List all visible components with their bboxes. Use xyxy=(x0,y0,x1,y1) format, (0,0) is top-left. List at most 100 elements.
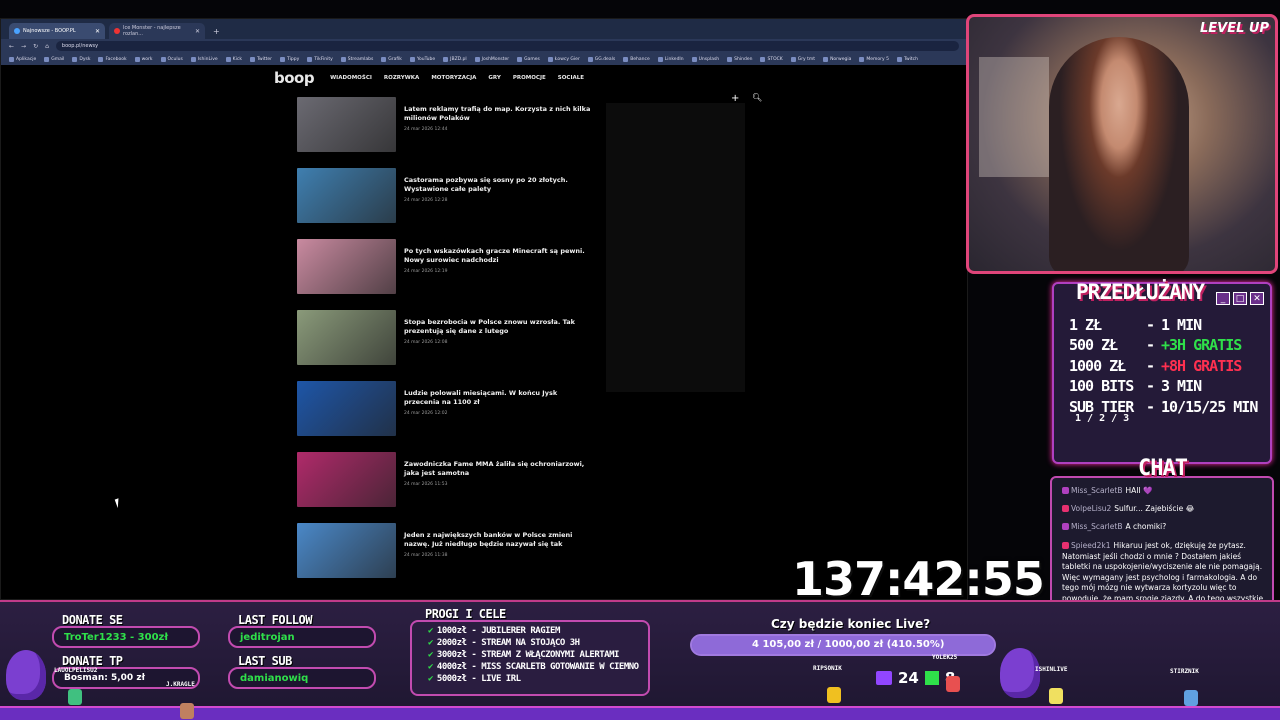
close-tab-icon[interactable]: ✕ xyxy=(95,28,100,35)
bookmark-item[interactable]: Norwegia xyxy=(823,56,851,62)
bookmark-item[interactable]: Gmail xyxy=(44,56,65,62)
back-icon[interactable]: ← xyxy=(9,43,14,50)
bookmark-item[interactable]: Shinden xyxy=(727,56,752,62)
nav-sociale[interactable]: SOCIALE xyxy=(558,75,584,81)
bookmark-label: Tippy xyxy=(287,56,300,62)
bookmark-item[interactable]: JoshMonster xyxy=(474,56,509,62)
article-title[interactable]: Ludzie polowali miesiącami. W końcu Jysk… xyxy=(404,389,594,407)
article-card[interactable]: Jeden z największych banków w Polsce zmi… xyxy=(297,523,597,579)
goal-item-text: 3000zł - STREAM Z WŁĄCZONYMI ALERTAMI xyxy=(436,650,619,660)
bookmark-item[interactable]: IshinLive xyxy=(190,56,218,62)
home-icon[interactable]: ⌂ xyxy=(45,43,49,50)
bookmark-label: Gmail xyxy=(51,56,65,62)
bookmark-item[interactable]: LinkedIn xyxy=(657,56,684,62)
bookmark-item[interactable]: Memory 5 xyxy=(859,56,889,62)
search-icon[interactable]: 🔍︎ xyxy=(752,93,762,102)
donate-se-value: TroTer1233 - 300zł xyxy=(52,626,200,648)
tab-label: Najnowsze - BOOP.PL xyxy=(23,28,76,34)
pixel-character-sprite xyxy=(180,703,194,719)
bookmark-item[interactable]: GG.deals xyxy=(587,56,615,62)
bookmark-label: Memory 5 xyxy=(866,56,889,62)
article-thumbnail[interactable] xyxy=(297,168,396,223)
article-card[interactable]: Latem reklamy trafią do map. Korzysta z … xyxy=(297,97,597,153)
rate-value: +8H GRATIS xyxy=(1161,357,1242,375)
article-thumbnail[interactable] xyxy=(297,523,396,578)
bookmark-item[interactable]: Facebook xyxy=(98,56,127,62)
kick-icon xyxy=(924,671,939,685)
pixel-character-sprite xyxy=(1049,688,1063,704)
article-date: 24 mar 2026 11:38 xyxy=(404,553,448,558)
article-title[interactable]: Latem reklamy trafią do map. Korzysta z … xyxy=(404,105,594,123)
chat-text: A chomiki? xyxy=(1125,522,1167,531)
nav-motoryzacja[interactable]: MOTORYZACJA xyxy=(431,75,476,81)
rate-value: 3 MIN xyxy=(1161,377,1202,395)
bookmark-item[interactable]: TikFinity xyxy=(307,56,333,62)
bookmark-item[interactable]: Gry tmt xyxy=(790,56,815,62)
article-card[interactable]: Stopa bezrobocia w Polsce znowu wzrosła.… xyxy=(297,310,597,366)
close-tab-icon[interactable]: ✕ xyxy=(195,28,200,35)
article-thumbnail[interactable] xyxy=(297,97,396,152)
article-card[interactable]: Ludzie polowali miesiącami. W końcu Jysk… xyxy=(297,381,597,437)
bookmark-item[interactable]: YouTube xyxy=(409,56,436,62)
nav-rozrywka[interactable]: ROZRYWKA xyxy=(384,75,419,81)
article-title[interactable]: Jeden z największych banków w Polsce zmi… xyxy=(404,531,594,549)
article-title[interactable]: Stopa bezrobocia w Polsce znowu wzrosła.… xyxy=(404,318,594,336)
chat-badge-icon xyxy=(1062,505,1069,512)
goal-item: ✔ 2000zł - STREAM NA STOJĄCO 3H xyxy=(428,638,580,648)
bookmark-item[interactable]: work xyxy=(134,56,153,62)
twitch-icon xyxy=(876,671,892,685)
bookmark-item[interactable]: Grafik xyxy=(381,56,402,62)
bookmark-favicon-icon xyxy=(790,56,796,62)
bookmark-item[interactable]: STOCK xyxy=(760,56,783,62)
bookmark-item[interactable]: JBZD.pl xyxy=(443,56,467,62)
bookmark-item[interactable]: Twitter xyxy=(249,56,272,62)
close-icon: ✕ xyxy=(1250,292,1264,305)
chat-badge-icon xyxy=(1062,523,1069,530)
article-thumbnail[interactable] xyxy=(297,381,396,436)
article-thumbnail[interactable] xyxy=(297,310,396,365)
bookmark-label: JBZD.pl xyxy=(450,56,467,62)
new-tab-icon[interactable]: + xyxy=(209,23,224,39)
article-card[interactable]: Po tych wskazówkach gracze Minecraft są … xyxy=(297,239,597,295)
forward-icon[interactable]: → xyxy=(21,43,26,50)
article-title[interactable]: Zawodniczka Fame MMA żaliła się ochronia… xyxy=(404,460,594,478)
bookmark-label: Behance xyxy=(630,56,650,62)
bookmark-favicon-icon xyxy=(691,56,697,62)
article-title[interactable]: Castorama pozbywa się sosny po 20 złotyc… xyxy=(404,176,594,194)
url-field[interactable]: boop.pl/newsy xyxy=(55,41,959,51)
bookmark-item[interactable]: Behance xyxy=(623,56,650,62)
rate-amount: 1000 ZŁ xyxy=(1069,357,1126,375)
bookmark-item[interactable]: Streamlabs xyxy=(340,56,373,62)
site-nav: boop WIADOMOŚCI ROZRYWKA MOTORYZACJA GRY… xyxy=(1,65,967,91)
chat-username: VolpeLisu2 xyxy=(1071,504,1112,513)
nav-promocje[interactable]: PROMOCJE xyxy=(513,75,546,81)
boop-logo[interactable]: boop xyxy=(274,69,315,87)
article-title[interactable]: Po tych wskazówkach gracze Minecraft są … xyxy=(404,247,594,265)
nav-wiadomosci[interactable]: WIADOMOŚCI xyxy=(330,75,372,81)
last-sub-text: damianowiq xyxy=(240,672,309,684)
last-follow-text: jeditrojan xyxy=(240,631,295,643)
bookmark-item[interactable]: Tippy xyxy=(280,56,300,62)
tab-ice-monster[interactable]: Ice Monster - najlepsze rozlan... ✕ xyxy=(109,23,205,39)
bookmark-item[interactable]: Dysk xyxy=(72,56,90,62)
reload-icon[interactable]: ↻ xyxy=(33,43,38,50)
article-card[interactable]: Castorama pozbywa się sosny po 20 złotyc… xyxy=(297,168,597,224)
bookmark-item[interactable]: Kick xyxy=(225,56,242,62)
bookmark-item[interactable]: Twitch xyxy=(896,56,918,62)
article-thumbnail[interactable] xyxy=(297,239,396,294)
bookmark-favicon-icon xyxy=(760,56,766,62)
last-sub-label: LAST SUB xyxy=(238,654,292,668)
article-thumbnail[interactable] xyxy=(297,452,396,507)
nav-gry[interactable]: GRY xyxy=(488,75,500,81)
address-bar-row: ← → ↻ ⌂ boop.pl/newsy xyxy=(1,39,967,53)
article-date: 24 mar 2026 12:44 xyxy=(404,127,448,132)
bookmark-item[interactable]: Aplikacje xyxy=(9,56,36,62)
bookmark-item[interactable]: Unsplash xyxy=(691,56,719,62)
bookmark-label: YouTube xyxy=(416,56,436,62)
bookmark-item[interactable]: Łowcy Gier xyxy=(547,56,580,62)
bookmark-item[interactable]: Oculus xyxy=(160,56,183,62)
bookmark-item[interactable]: Games xyxy=(517,56,540,62)
tab-boop[interactable]: Najnowsze - BOOP.PL ✕ xyxy=(9,23,105,39)
check-icon: ✔ xyxy=(428,626,433,636)
article-card[interactable]: Zawodniczka Fame MMA żaliła się ochronia… xyxy=(297,452,597,508)
